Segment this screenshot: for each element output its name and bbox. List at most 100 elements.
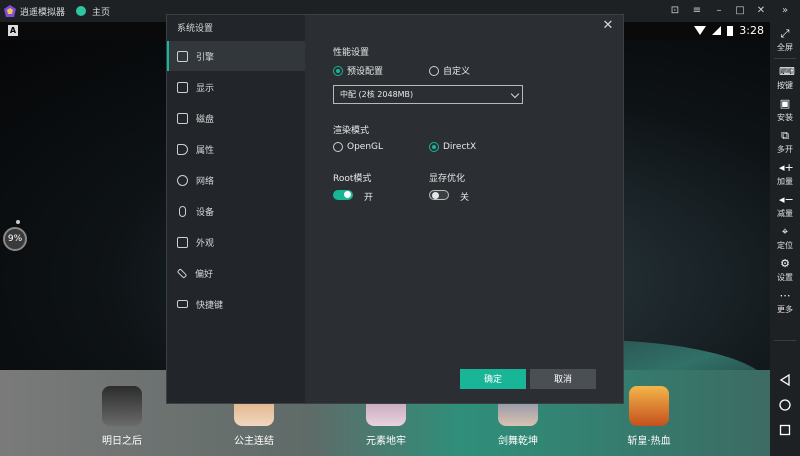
app-label: 斩皇·热血 [627,436,671,447]
menu-item-engine[interactable]: 引擎 [167,41,305,71]
directx-radio[interactable]: DirectX [429,142,476,152]
tool-label: 安装 [777,113,793,122]
opengl-radio[interactable]: OpenGL [333,142,383,152]
globe-icon [177,174,188,186]
tab-home-label: 主页 [92,7,111,18]
render-mode-title: 渲染模式 [333,126,370,136]
location-icon: ⌖ [781,225,789,238]
menu-label: 设备 [196,207,215,218]
volume-down-button[interactable]: ◂− 减量 [770,194,800,219]
divider [774,340,796,341]
tag-icon [177,143,188,155]
fullscreen-icon: ⤢ [780,27,790,40]
radio-label: 自定义 [443,67,471,77]
maximize-icon[interactable]: □ [733,4,747,18]
chevron-down-icon [510,89,520,99]
settings-icon[interactable]: ≡ [690,4,704,18]
menu-item-device[interactable]: 设备 [167,196,305,226]
apk-install-icon: ▣ [779,97,791,110]
fullscreen-button[interactable]: ⤢ 全屏 [770,28,800,53]
keyboard-icon: ⌨ [779,65,795,78]
menu-item-network[interactable]: 网络 [167,165,305,195]
menu-label: 网络 [196,176,215,187]
settings-button[interactable]: ⚙ 设置 [770,258,800,283]
collapse-icon[interactable]: » [778,4,792,18]
menu-item-hotkeys[interactable]: 快捷键 [167,289,305,319]
engine-icon [177,50,188,62]
app-icon-mingrizhihou[interactable]: 明日之后 [92,386,152,447]
tool-label: 按键 [777,81,793,90]
vram-optimization-title: 显存优化 [429,174,466,184]
menu-item-preferences[interactable]: 偏好 [167,258,305,288]
menu-label: 快捷键 [196,300,224,311]
microphone-icon [179,205,186,217]
toggle-knob [344,191,351,198]
recent-apps-icon[interactable] [779,424,791,436]
tab-home[interactable]: 主页 [76,2,166,20]
radio-label: 预设配置 [347,67,384,77]
radio-label: DirectX [443,142,477,152]
volume-up-icon: ◂+ [779,161,794,174]
custom-config-radio[interactable]: 自定义 [429,64,470,77]
loader-dot [16,220,20,224]
tool-label: 定位 [777,241,793,250]
home-icon[interactable] [779,399,791,411]
app-mingrizhihou-icon [102,386,142,426]
vram-optimization-toggle[interactable] [429,190,449,200]
tool-label: 设置 [777,273,793,282]
confirm-button[interactable]: 确定 [460,369,526,389]
menu-item-display[interactable]: 显示 [167,72,305,102]
app-zhanhuang-icon [629,386,669,426]
location-button[interactable]: ⌖ 定位 [770,226,800,251]
keyboard-icon [177,300,188,308]
menu-label: 属性 [196,145,215,156]
performance-preset-select[interactable]: 中配 (2核 2048MB) [333,85,523,104]
radio-dot [429,65,439,76]
back-icon[interactable] [779,374,791,386]
menu-item-properties[interactable]: 属性 [167,134,305,164]
select-value: 中配 (2核 2048MB) [340,90,414,99]
vram-optimization-state: 关 [460,193,470,203]
install-apk-button[interactable]: ▣ 安装 [770,98,800,123]
menu-label: 引擎 [196,52,215,63]
wifi-icon [694,26,707,35]
notification-icon: A [8,25,18,36]
volume-down-icon: ◂− [779,193,794,206]
more-icon: ⋯ [779,289,791,302]
performance-bubble[interactable]: 9% [3,227,27,251]
radio-dot [429,142,439,152]
cancel-button[interactable]: 取消 [530,369,596,389]
multi-instance-button[interactable]: ⧉ 多开 [770,130,800,155]
settings-sidebar: 系统设置 引擎 显示 磁盘 属性 网络 设备 外观 偏好 快捷键 [167,15,305,403]
menu-item-disk[interactable]: 磁盘 [167,103,305,133]
keyboard-button[interactable]: ⌨ 按键 [770,66,800,91]
pin-icon[interactable]: ⊡ [668,4,682,18]
menu-item-appearance[interactable]: 外观 [167,227,305,257]
minimize-icon[interactable]: – [712,4,726,18]
root-mode-toggle[interactable] [333,190,353,200]
appearance-icon [177,236,188,248]
menu-label: 偏好 [195,269,214,280]
multi-instance-icon: ⧉ [781,129,789,142]
menu-label: 磁盘 [196,114,215,125]
tool-label: 减量 [777,209,793,218]
divider [774,58,796,59]
app-icon-zhanhuang[interactable]: 斩皇·热血 [619,386,679,447]
menu-label: 显示 [196,83,215,94]
more-button[interactable]: ⋯ 更多 [770,290,800,315]
system-settings-dialog: 系统设置 引擎 显示 磁盘 属性 网络 设备 外观 偏好 快捷键 ✕ 性能设置 … [166,14,624,404]
app-logo-icon [4,5,16,17]
app-title: 逍遥模拟器 [20,7,66,18]
signal-icon [712,26,722,35]
radio-dot [333,142,343,152]
close-icon[interactable]: ✕ [754,4,768,18]
performance-title: 性能设置 [333,48,370,58]
root-mode-state: 开 [364,193,374,203]
close-dialog-button[interactable]: ✕ [601,19,615,33]
dialog-title: 系统设置 [177,24,214,34]
app-label: 剑舞乾坤 [498,436,538,447]
preset-config-radio[interactable]: 预设配置 [333,64,383,77]
menu-label: 外观 [196,238,215,249]
tool-label: 加量 [777,177,793,186]
volume-up-button[interactable]: ◂+ 加量 [770,162,800,187]
